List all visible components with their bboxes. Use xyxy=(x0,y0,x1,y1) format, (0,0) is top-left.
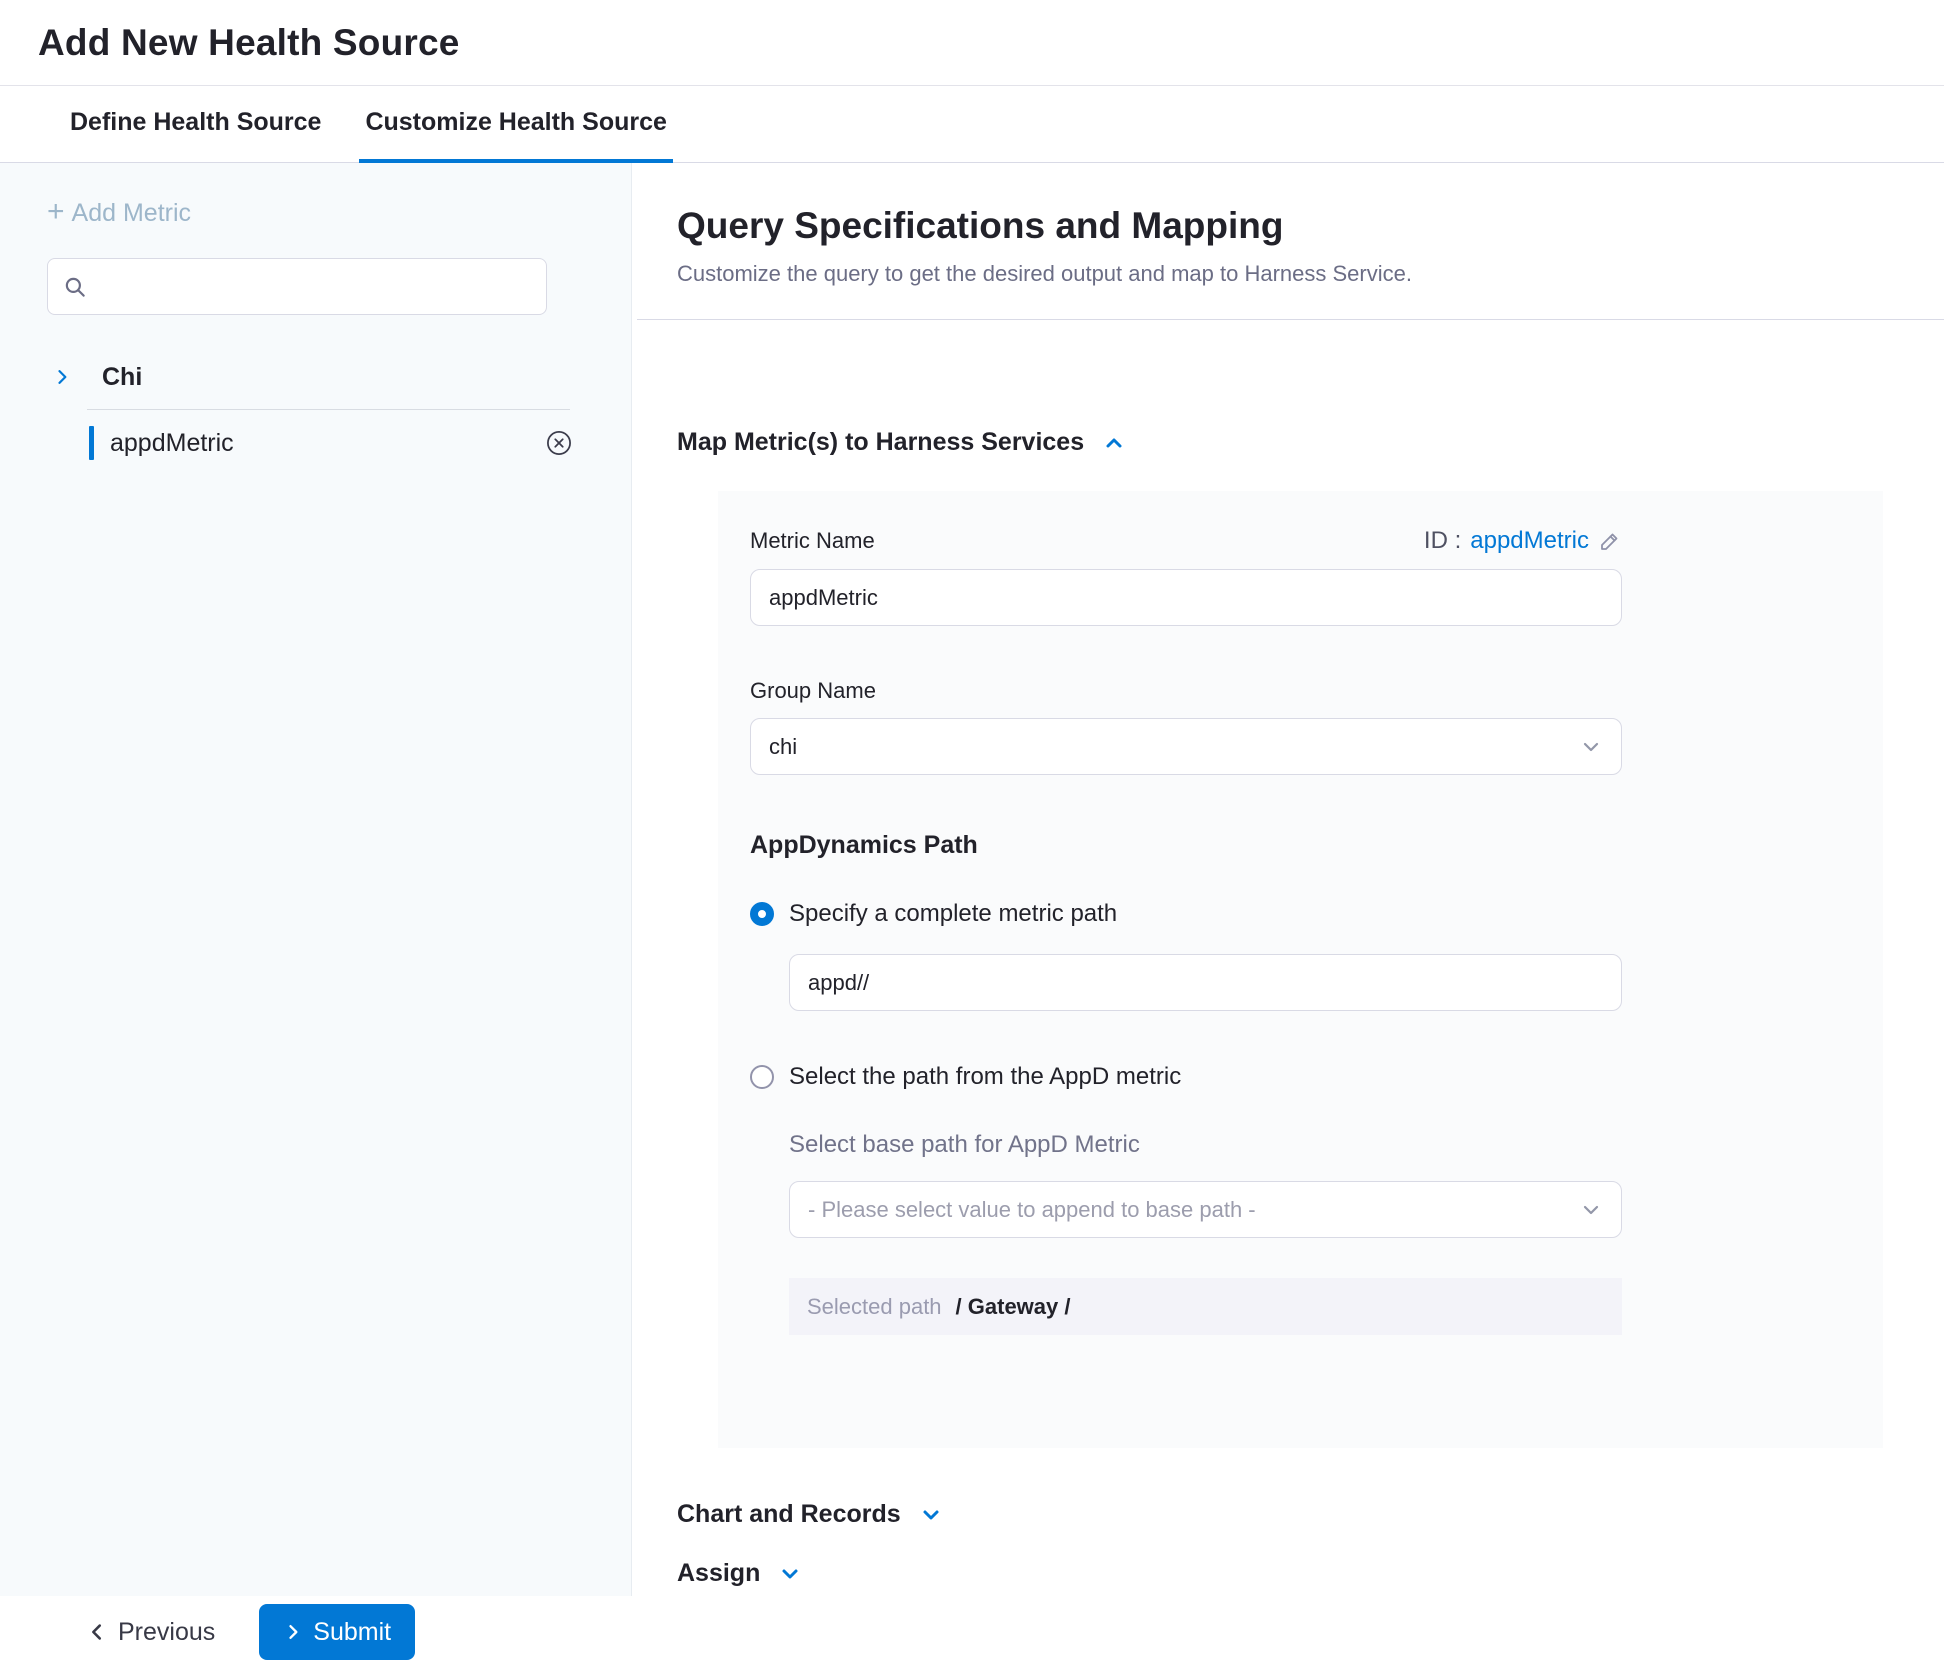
content-divider xyxy=(637,319,1944,320)
metric-group-chi[interactable]: Chi xyxy=(0,355,631,399)
metric-search xyxy=(47,258,547,315)
previous-button-label: Previous xyxy=(118,1618,215,1647)
assign-heading: Assign xyxy=(677,1559,760,1588)
previous-button[interactable]: Previous xyxy=(86,1618,215,1647)
selected-metric-indicator xyxy=(89,426,94,460)
search-icon xyxy=(62,274,88,300)
base-path-placeholder: - Please select value to append to base … xyxy=(808,1197,1256,1223)
dialog-footer: Previous Submit xyxy=(0,1596,1944,1668)
chart-and-records-section-toggle[interactable]: Chart and Records xyxy=(677,1500,1944,1529)
chevron-up-icon xyxy=(1102,431,1126,455)
base-path-select[interactable]: - Please select value to append to base … xyxy=(789,1181,1622,1238)
metric-id-value[interactable]: appdMetric xyxy=(1470,527,1589,555)
search-input[interactable] xyxy=(98,273,532,301)
chevron-down-icon xyxy=(1579,1198,1603,1222)
circle-x-icon xyxy=(545,429,573,457)
metric-name-label: Metric Name xyxy=(750,528,875,554)
metric-item-appdmetric[interactable]: appdMetric xyxy=(0,410,631,476)
dialog-title: Add New Health Source xyxy=(38,22,460,64)
chevron-right-icon xyxy=(283,1622,303,1642)
dialog-header: Add New Health Source xyxy=(0,0,1944,86)
metric-group-label: Chi xyxy=(102,363,142,392)
remove-metric-button[interactable] xyxy=(545,429,573,457)
chevron-right-icon xyxy=(52,367,72,387)
selected-path-value: / Gateway / xyxy=(956,1294,1071,1320)
metric-name-input[interactable] xyxy=(750,569,1622,626)
group-name-select[interactable]: chi xyxy=(750,718,1622,775)
chevron-down-icon xyxy=(919,1503,943,1527)
group-name-label: Group Name xyxy=(750,678,1883,704)
assign-section-toggle[interactable]: Assign xyxy=(677,1559,1944,1588)
selected-path-bar: Selected path / Gateway / xyxy=(789,1278,1622,1335)
map-metrics-section-toggle[interactable]: Map Metric(s) to Harness Services xyxy=(677,428,1944,457)
metrics-sidebar: + Add Metric Chi appdMetric xyxy=(0,163,632,1596)
add-metric-label: Add Metric xyxy=(72,199,191,228)
add-health-source-dialog: Add New Health Source Define Health Sour… xyxy=(0,0,1944,1668)
base-path-label: Select base path for AppD Metric xyxy=(789,1131,1883,1159)
page-subtitle: Customize the query to get the desired o… xyxy=(677,261,1944,287)
metric-name-row: Metric Name ID : appdMetric xyxy=(750,527,1622,555)
metric-id-label: ID : xyxy=(1424,527,1461,555)
radio-select-appd-path[interactable]: Select the path from the AppD metric xyxy=(750,1063,1883,1091)
chart-and-records-heading: Chart and Records xyxy=(677,1500,901,1529)
tab-customize-health-source[interactable]: Customize Health Source xyxy=(359,86,672,163)
chevron-down-icon xyxy=(778,1562,802,1586)
radio-select-appd-path-label: Select the path from the AppD metric xyxy=(789,1063,1181,1091)
submit-button-label: Submit xyxy=(313,1618,391,1647)
selected-path-label: Selected path xyxy=(807,1294,942,1320)
radio-complete-metric-path[interactable]: Specify a complete metric path xyxy=(750,900,1883,928)
add-metric-button[interactable]: + Add Metric xyxy=(47,199,631,228)
edit-pencil-icon[interactable] xyxy=(1598,529,1622,553)
radio-unselected-icon xyxy=(750,1065,774,1089)
metric-path-input[interactable] xyxy=(789,954,1622,1011)
tab-define-health-source[interactable]: Define Health Source xyxy=(64,86,327,163)
submit-button[interactable]: Submit xyxy=(259,1604,415,1660)
metric-id-wrap: ID : appdMetric xyxy=(1424,527,1622,555)
main-content: Query Specifications and Mapping Customi… xyxy=(633,163,1944,1596)
chevron-down-icon xyxy=(1579,735,1603,759)
group-name-value: chi xyxy=(769,734,797,760)
metric-item-label: appdMetric xyxy=(110,429,234,458)
radio-complete-metric-path-label: Specify a complete metric path xyxy=(789,900,1117,928)
radio-selected-icon xyxy=(750,902,774,926)
map-metrics-heading: Map Metric(s) to Harness Services xyxy=(677,428,1084,457)
page-title: Query Specifications and Mapping xyxy=(677,205,1944,247)
metric-mapping-panel: Metric Name ID : appdMetric Group Name c… xyxy=(718,491,1883,1448)
plus-icon: + xyxy=(47,197,65,227)
tabs-bar: Define Health Source Customize Health So… xyxy=(0,86,1944,163)
chevron-left-icon xyxy=(86,1621,108,1643)
appdynamics-path-heading: AppDynamics Path xyxy=(750,831,1883,860)
